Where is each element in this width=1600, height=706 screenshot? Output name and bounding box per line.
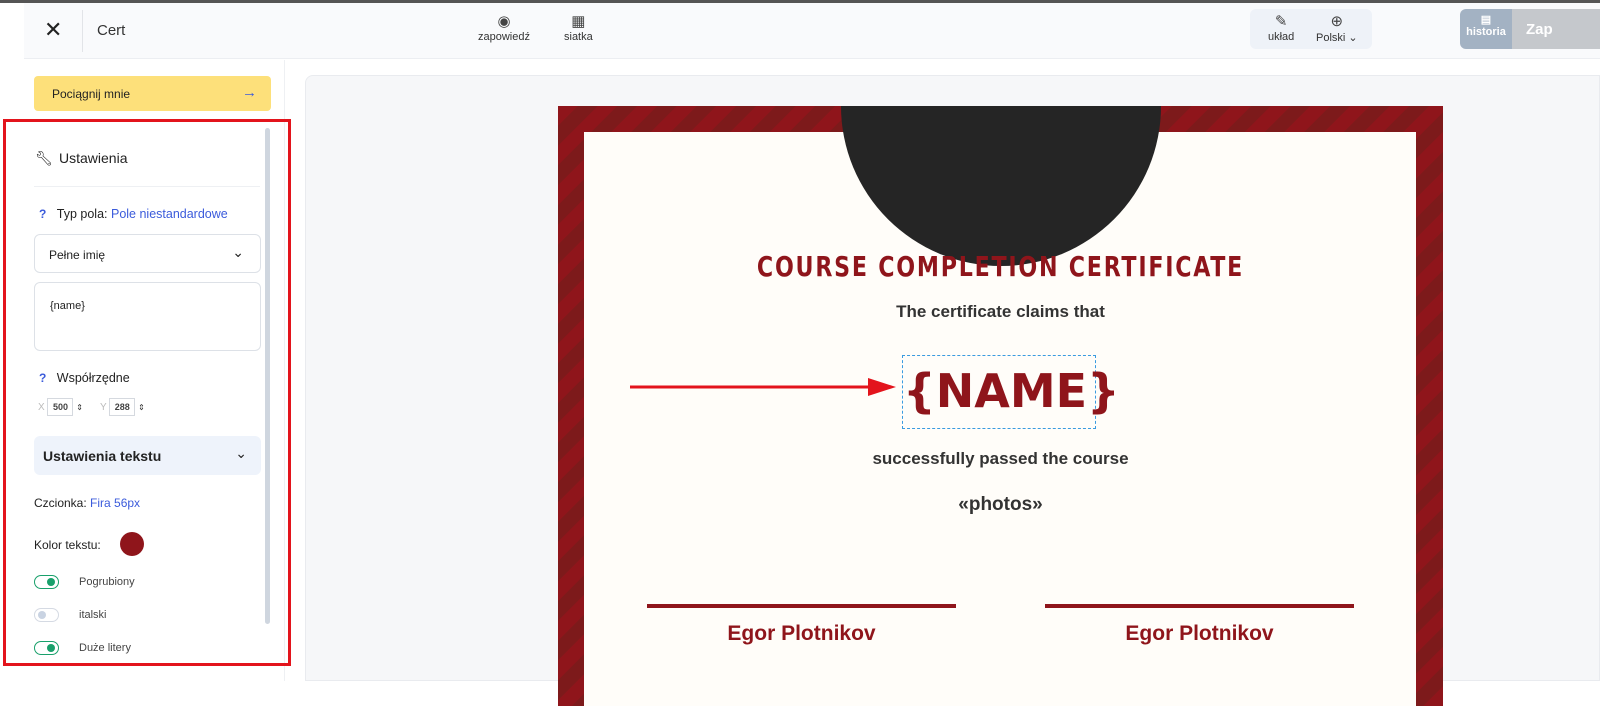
divider bbox=[82, 10, 83, 52]
document-title: Cert bbox=[97, 22, 126, 39]
layout-language-group: ✎ układ ⊕ Polski ⌄ bbox=[1250, 9, 1372, 49]
name-field[interactable]: {NAME} bbox=[902, 355, 1120, 429]
document-icon: ▤ bbox=[1480, 14, 1492, 26]
language-label: Polski bbox=[1316, 32, 1346, 44]
language-select[interactable]: ⊕ Polski ⌄ bbox=[1316, 13, 1358, 44]
history-label: historia bbox=[1466, 26, 1506, 38]
layout-label: układ bbox=[1268, 31, 1295, 43]
drag-label: Pociągnij mnie bbox=[52, 87, 131, 101]
close-icon[interactable]: ✕ bbox=[44, 17, 62, 43]
signature-name[interactable]: Egor Plotnikov bbox=[647, 622, 956, 646]
pencil-icon: ✎ bbox=[1274, 13, 1288, 30]
grid-button[interactable]: ▦ siatka bbox=[564, 13, 593, 43]
layout-button[interactable]: ✎ układ bbox=[1268, 13, 1294, 43]
grid-label: siatka bbox=[564, 31, 593, 43]
signature-name[interactable]: Egor Plotnikov bbox=[1045, 622, 1354, 646]
grid-icon: ▦ bbox=[571, 13, 586, 30]
course-name[interactable]: «photos» bbox=[558, 494, 1443, 516]
preview-label: zapowiedź bbox=[478, 31, 530, 43]
header: ✕ Cert ◉ zapowiedź ▦ siatka ✎ układ ⊕ Polski… bbox=[24, 3, 1600, 59]
signature-line bbox=[647, 604, 956, 608]
history-button[interactable]: ▤ historia bbox=[1460, 9, 1512, 49]
passed-text[interactable]: successfully passed the course bbox=[558, 449, 1443, 469]
globe-icon: ⊕ bbox=[1330, 13, 1344, 30]
claims-text[interactable]: The certificate claims that bbox=[558, 302, 1443, 322]
eye-icon: ◉ bbox=[497, 13, 511, 30]
preview-button[interactable]: ◉ zapowiedź bbox=[478, 13, 530, 43]
certificate: COURSE COMPLETION CERTIFICATE The certif… bbox=[558, 106, 1443, 706]
save-button[interactable]: Zap bbox=[1512, 9, 1600, 49]
arrow-right-icon: → bbox=[242, 84, 257, 101]
certificate-title[interactable]: COURSE COMPLETION CERTIFICATE bbox=[611, 250, 1390, 283]
signature-line bbox=[1045, 604, 1354, 608]
highlight-box bbox=[3, 119, 291, 666]
drag-me-button[interactable]: Pociągnij mnie → bbox=[34, 76, 271, 111]
annotation-arrow bbox=[630, 378, 896, 396]
